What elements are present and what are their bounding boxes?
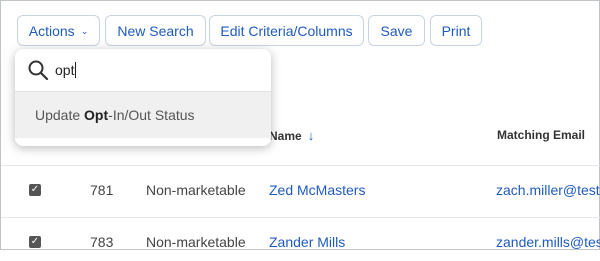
search-query: opt xyxy=(55,62,75,78)
table-row: ✓ 783 Non-marketable Zander Mills zander… xyxy=(1,221,600,261)
header-divider xyxy=(1,165,600,166)
menu-item-update-opt-in-out-status[interactable]: Update Opt -In/Out Status xyxy=(15,92,271,138)
text-cursor xyxy=(75,62,77,78)
option-match: Opt xyxy=(84,107,109,123)
row-divider xyxy=(1,217,600,218)
option-prefix: Update xyxy=(35,107,85,123)
column-header-email-label: Matching Email xyxy=(497,128,586,142)
check-icon: ✓ xyxy=(30,184,40,195)
option-suffix: -In/Out Status xyxy=(108,107,195,123)
row-id: 781 xyxy=(90,182,114,198)
row-name-link[interactable]: Zander Mills xyxy=(269,234,345,250)
row-id: 783 xyxy=(90,234,114,250)
row-checkbox[interactable]: ✓ xyxy=(29,184,41,196)
arrow-down-icon: ↓ xyxy=(307,128,315,143)
column-header-name-label: Name xyxy=(269,129,302,143)
row-status: Non-marketable xyxy=(146,234,246,250)
dropdown-search[interactable]: opt xyxy=(15,49,271,92)
row-status: Non-marketable xyxy=(146,182,246,198)
row-checkbox[interactable]: ✓ xyxy=(29,236,41,248)
table-row: ✓ 781 Non-marketable Zed McMasters zach.… xyxy=(1,169,600,209)
search-icon xyxy=(28,60,49,81)
row-email-link[interactable]: zander.mills@test xyxy=(496,234,600,250)
dropdown-search-input[interactable]: opt xyxy=(55,62,77,78)
row-email-link[interactable]: zach.miller@test. xyxy=(496,182,600,198)
row-name-link[interactable]: Zed McMasters xyxy=(269,182,365,198)
check-icon: ✓ xyxy=(30,236,40,247)
column-header-matching-email[interactable]: Matching Email xyxy=(497,128,585,142)
actions-dropdown-menu: opt Update Opt -In/Out Status xyxy=(15,49,271,146)
column-header-name[interactable]: Name ↓ xyxy=(269,128,314,143)
